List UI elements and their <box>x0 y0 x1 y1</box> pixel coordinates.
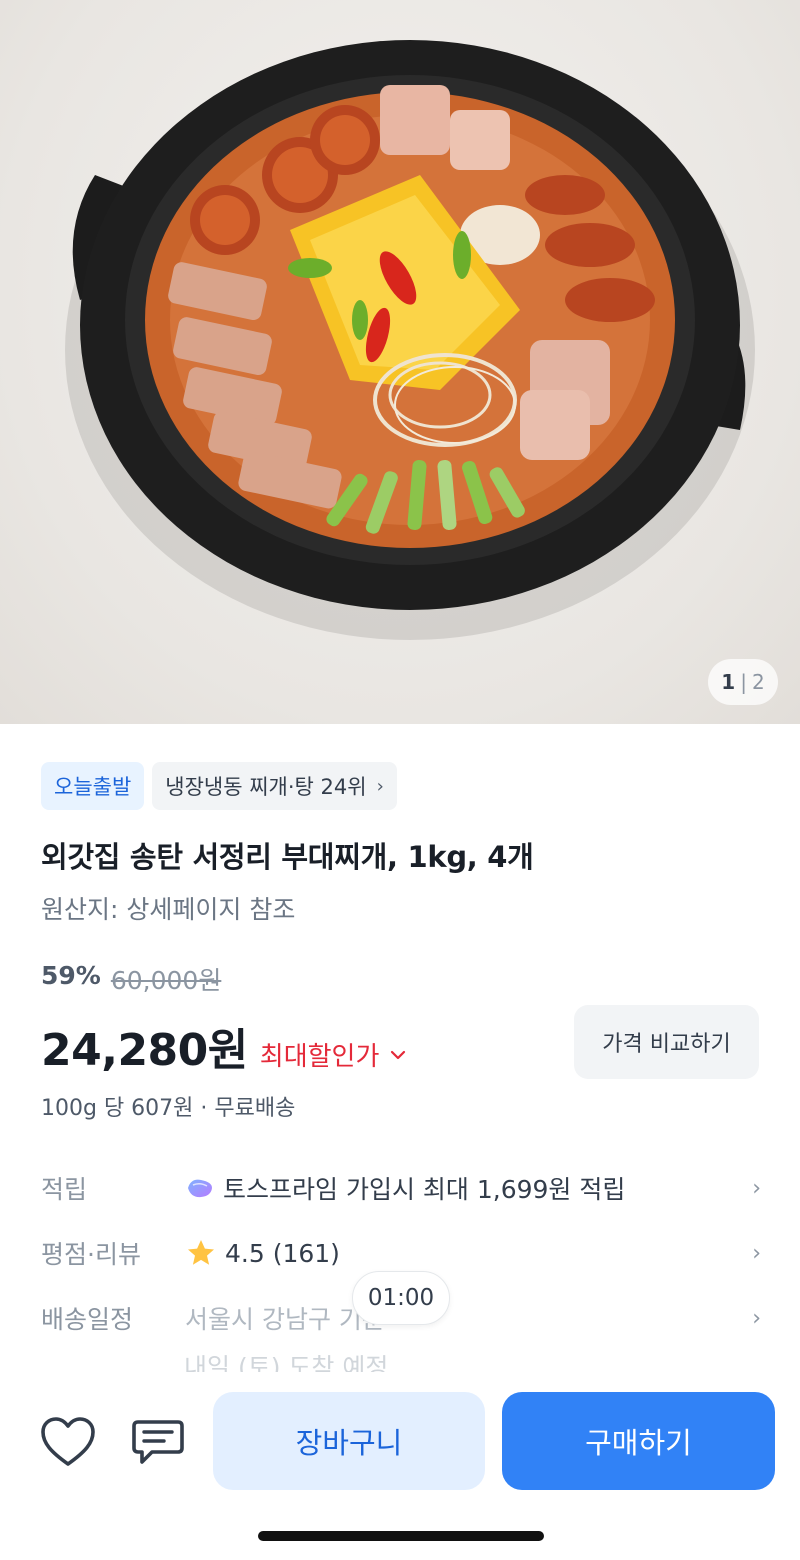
unit-price: 100g 당 607원 · 무료배송 <box>41 1096 296 1121</box>
discount-percent: 59% <box>41 961 101 990</box>
product-title: 외갓집 송탄 서정리 부대찌개, 1kg, 4개 <box>41 840 534 874</box>
home-indicator <box>258 1531 544 1541</box>
image-counter-total: 2 <box>751 670 765 694</box>
chevron-right-icon: › <box>752 1240 761 1266</box>
ranking-badge-label: 냉장냉동 찌개·탕 24위 <box>165 775 367 799</box>
sale-price: 24,280원 <box>41 1025 248 1076</box>
chevron-down-icon <box>391 1050 406 1059</box>
product-photo <box>65 40 755 640</box>
chat-icon <box>132 1420 184 1464</box>
price-row: 24,280원 최대할인가 <box>41 1014 407 1078</box>
points-value: 토스프라임 가입시 최대 1,699원 적립 <box>223 1175 626 1204</box>
tossprime-icon <box>188 1179 212 1198</box>
badge-row: 오늘출발 냉장냉동 찌개·탕 24위 › <box>41 762 397 810</box>
rating-row[interactable]: 평점·리뷰 4.5 (161) › <box>41 1235 761 1271</box>
rating-value-wrap: 4.5 (161) <box>185 1237 752 1269</box>
image-counter-current: 1 <box>721 670 736 694</box>
ranking-badge[interactable]: 냉장냉동 찌개·탕 24위 › <box>152 762 397 810</box>
max-discount-label: 최대할인가 <box>259 1042 380 1072</box>
star-icon <box>188 1240 214 1265</box>
timer-pill: 01:00 <box>352 1271 450 1325</box>
add-to-cart-button[interactable]: 장바구니 <box>213 1392 485 1490</box>
inquiry-button[interactable] <box>126 1410 190 1474</box>
chevron-right-icon: › <box>376 775 384 797</box>
chevron-right-icon: › <box>752 1305 761 1331</box>
discount-row: 59% 60,000원 <box>41 961 221 997</box>
shipping-value: 서울시 강남구 기준 <box>185 1305 385 1334</box>
max-discount-toggle[interactable]: 최대할인가 <box>260 1036 408 1073</box>
delivery-badge: 오늘출발 <box>41 762 145 810</box>
shipping-label: 배송일정 <box>41 1305 134 1334</box>
compare-price-button[interactable]: 가격 비교하기 <box>574 1005 759 1079</box>
heart-icon <box>41 1417 95 1466</box>
original-price: 60,000원 <box>110 966 222 995</box>
chevron-right-icon: › <box>752 1175 761 1201</box>
rating-label: 평점·리뷰 <box>41 1240 141 1269</box>
rating-value: 4.5 (161) <box>225 1238 340 1268</box>
product-origin: 원산지: 상세페이지 참조 <box>41 895 296 924</box>
product-image-carousel[interactable]: 1 | 2 <box>0 0 800 724</box>
image-counter-separator: | <box>740 670 747 694</box>
points-label: 적립 <box>41 1175 88 1204</box>
image-counter: 1 | 2 <box>708 659 778 705</box>
points-row[interactable]: 적립 토스프라임 가입시 최대 1,699원 적립 › <box>41 1170 761 1206</box>
wishlist-button[interactable] <box>36 1410 100 1474</box>
buy-now-button[interactable]: 구매하기 <box>502 1392 775 1490</box>
points-value-wrap: 토스프라임 가입시 최대 1,699원 적립 <box>185 1170 752 1206</box>
